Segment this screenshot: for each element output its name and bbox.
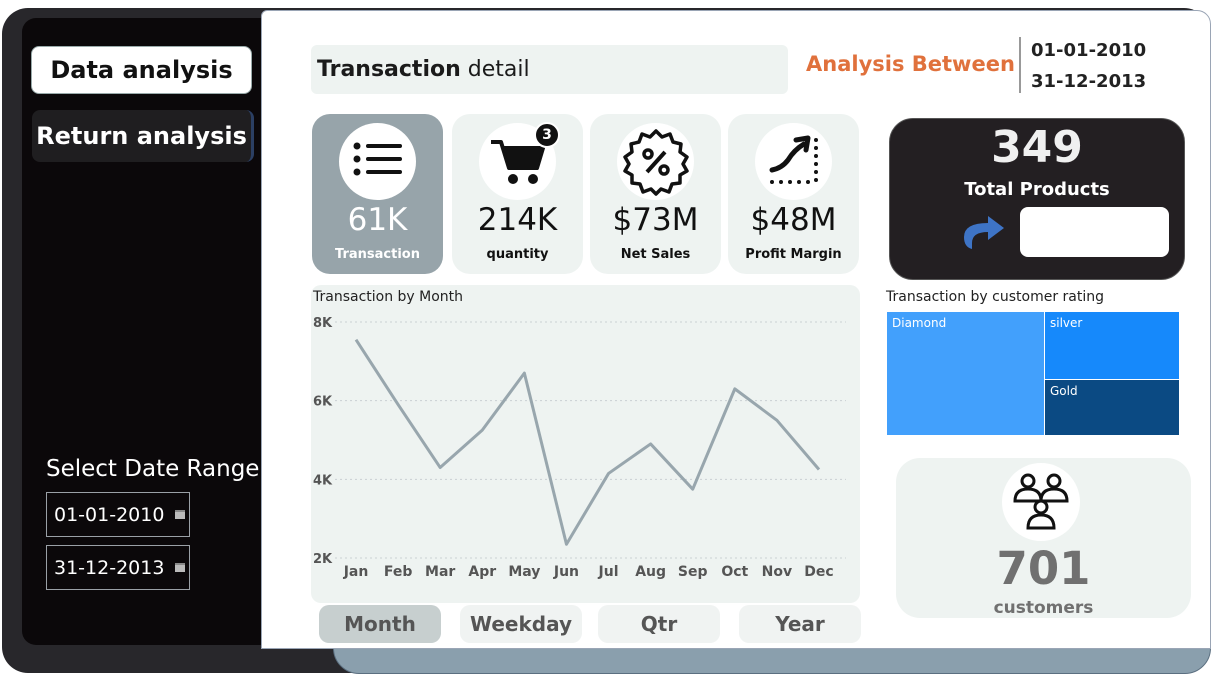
kpi-value: 61K: [347, 202, 408, 238]
tab-weekday[interactable]: Weekday: [460, 605, 582, 643]
treemap-cell-diamond[interactable]: Diamond: [887, 312, 1044, 435]
refresh-arrow-icon[interactable]: [958, 213, 1006, 257]
calendar-icon[interactable]: [175, 510, 185, 519]
customer-rating-treemap: Transaction by customer rating Diamond s…: [885, 287, 1188, 447]
treemap-label: silver: [1050, 316, 1083, 330]
y-tick-label: 2K: [313, 552, 333, 567]
divider: [1019, 37, 1021, 93]
treemap-cell-gold[interactable]: Gold: [1045, 380, 1179, 435]
data-point[interactable]: [689, 485, 697, 493]
trend-up-icon: [755, 123, 832, 200]
total-products-label: Total Products: [964, 179, 1110, 200]
kpi-value: 214K: [477, 202, 558, 238]
data-point[interactable]: [394, 401, 402, 409]
kpi-label: Profit Margin: [745, 247, 842, 262]
treemap-cell-silver[interactable]: silver: [1045, 312, 1179, 379]
data-point[interactable]: [436, 464, 444, 472]
data-point[interactable]: [562, 540, 570, 548]
tab-year[interactable]: Year: [739, 605, 861, 643]
kpi-net-sales-card[interactable]: $73M Net Sales: [590, 114, 721, 274]
x-tick-label: Feb: [384, 564, 413, 580]
people-group-icon: [1002, 463, 1080, 541]
treemap-title: Transaction by customer rating: [886, 289, 1105, 305]
tab-qtr[interactable]: Qtr: [598, 605, 720, 643]
x-tick-label: Nov: [762, 564, 792, 580]
analysis-between-label: Analysis Between: [806, 52, 1015, 76]
data-point[interactable]: [647, 440, 655, 448]
data-point[interactable]: [731, 385, 739, 393]
kpi-label: Net Sales: [620, 247, 691, 262]
x-tick-label: Oct: [721, 564, 748, 580]
total-products-input[interactable]: [1020, 207, 1169, 257]
kpi-value: $48M: [750, 202, 837, 238]
data-point[interactable]: [352, 336, 360, 344]
x-tick-label: Sep: [678, 564, 708, 580]
page-title-bold: Transaction: [317, 57, 461, 82]
data-point[interactable]: [520, 369, 528, 377]
x-tick-label: Dec: [804, 564, 833, 580]
date-range-title: Select Date Range: [46, 456, 260, 482]
page-title-rest: detail: [467, 57, 530, 82]
page-title: Transaction detail: [311, 45, 788, 94]
x-tick-label: May: [508, 564, 540, 580]
customers-value: 701: [996, 542, 1091, 595]
end-date-input[interactable]: 31-12-2013: [46, 545, 190, 590]
analysis-end-date: 31-12-2013: [1031, 71, 1147, 92]
calendar-icon[interactable]: [175, 563, 185, 572]
data-analysis-button[interactable]: Data analysis: [31, 46, 252, 94]
x-tick-label: Jan: [343, 564, 369, 580]
x-tick-label: Mar: [425, 564, 455, 580]
kpi-profit-margin-card[interactable]: $48M Profit Margin: [728, 114, 859, 274]
return-analysis-button[interactable]: Return analysis: [32, 110, 254, 162]
line-chart-svg: 2K 4K 6K 8K Jan Feb Mar Apr May Jun Jul Aug Sep Oct No…: [313, 316, 846, 580]
data-point[interactable]: [773, 416, 781, 424]
kpi-value: $73M: [612, 202, 699, 238]
data-point[interactable]: [815, 466, 823, 474]
data-point[interactable]: [605, 469, 613, 477]
y-tick-label: 4K: [313, 473, 333, 488]
kpi-label: Transaction: [335, 247, 420, 262]
x-tick-label: Jul: [598, 564, 619, 580]
list-icon: [339, 123, 416, 200]
y-tick-label: 8K: [313, 316, 333, 331]
kpi-label: quantity: [486, 247, 549, 262]
total-products-value: 349: [991, 122, 1083, 173]
tab-month[interactable]: Month: [319, 605, 441, 643]
y-tick-label: 6K: [313, 395, 333, 410]
x-tick-label: Jun: [553, 564, 579, 580]
cart-badge: 3: [534, 122, 560, 148]
series-line: [354, 338, 821, 546]
percent-badge-icon: [617, 123, 694, 200]
customers-label: customers: [993, 598, 1094, 618]
end-date-value: 31-12-2013: [54, 556, 165, 579]
total-products-card: 349 Total Products: [889, 118, 1185, 280]
x-tick-label: Aug: [635, 564, 666, 580]
transaction-by-month-chart: Transaction by Month 2K 4K 6K 8K Jan Feb Mar Ap…: [311, 285, 860, 603]
kpi-transaction-card[interactable]: 61K Transaction: [312, 114, 443, 274]
analysis-start-date: 01-01-2010: [1031, 40, 1147, 61]
data-point[interactable]: [478, 426, 486, 434]
customers-card: 701 customers: [896, 458, 1191, 618]
kpi-quantity-card[interactable]: 3 214K quantity: [452, 114, 583, 274]
treemap-label: Diamond: [892, 316, 947, 330]
treemap-label: Gold: [1050, 384, 1078, 398]
start-date-value: 01-01-2010: [54, 503, 165, 526]
start-date-input[interactable]: 01-01-2010: [46, 492, 190, 537]
x-tick-label: Apr: [468, 564, 496, 580]
